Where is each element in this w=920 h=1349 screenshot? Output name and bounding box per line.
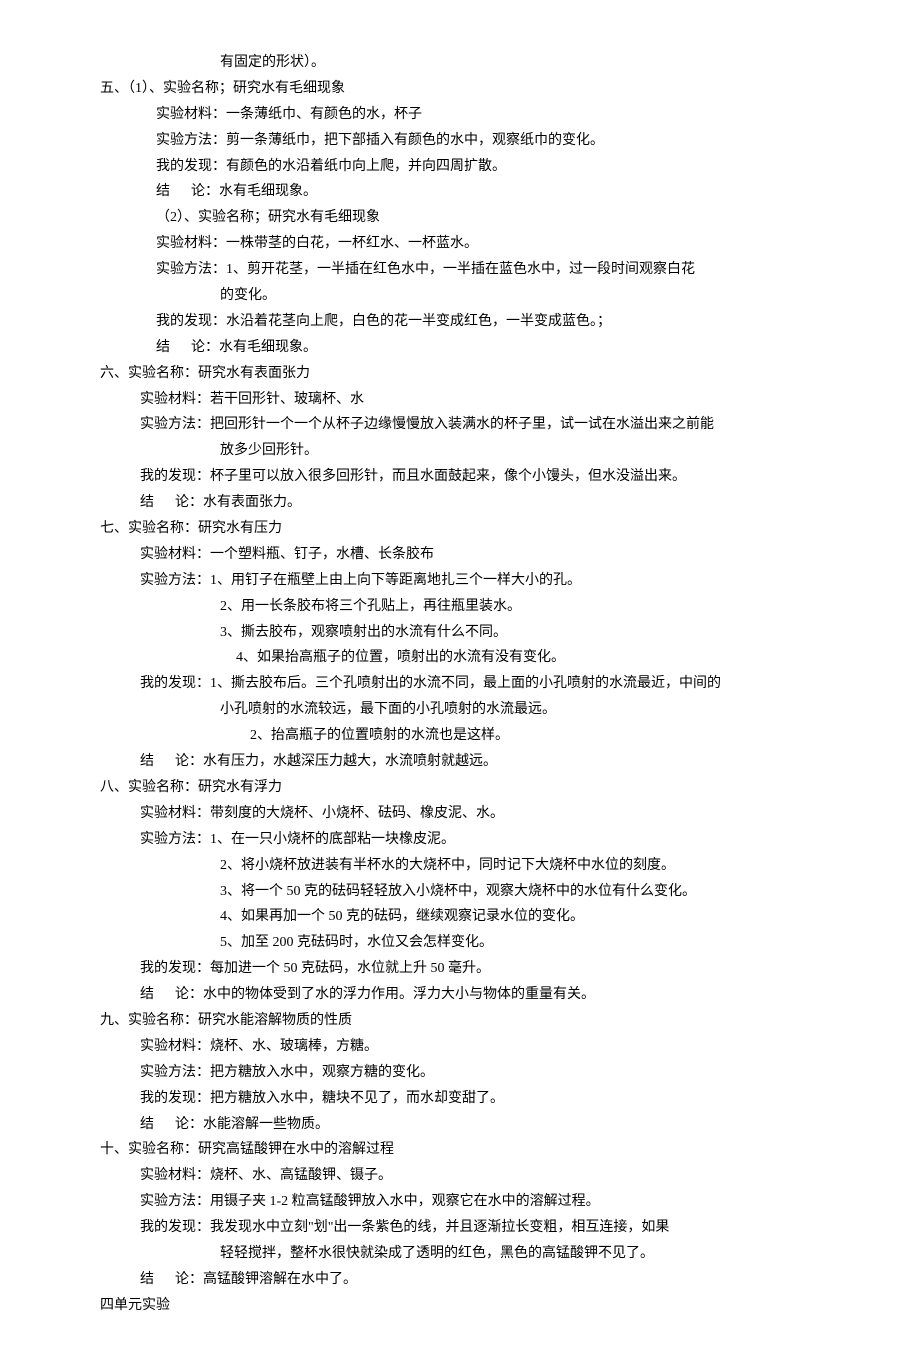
- text-line: 我的发现：杯子里可以放入很多回形针，而且水面鼓起来，像个小馒头，但水没溢出来。: [140, 464, 820, 490]
- text-line: 结 论：水有表面张力。: [140, 490, 820, 516]
- text-line: 3、将一个 50 克的砝码轻轻放入小烧杯中，观察大烧杯中的水位有什么变化。: [220, 879, 820, 905]
- text-line: 实验材料：一个塑料瓶、钉子，水槽、长条胶布: [140, 542, 820, 568]
- text-line: 我的发现：把方糖放入水中，糖块不见了，而水却变甜了。: [140, 1086, 820, 1112]
- text-line: 实验方法：1、剪开花茎，一半插在红色水中，一半插在蓝色水中，过一段时间观察白花: [156, 257, 820, 283]
- text-line: 实验方法：用镊子夹 1-2 粒高锰酸钾放入水中，观察它在水中的溶解过程。: [140, 1189, 820, 1215]
- text-line: 结 论：水能溶解一些物质。: [140, 1112, 820, 1138]
- text-line: 十、实验名称：研究高锰酸钾在水中的溶解过程: [100, 1137, 820, 1163]
- text-line: 实验材料：若干回形针、玻璃杯、水: [140, 387, 820, 413]
- text-line: 轻轻搅拌，整杯水很快就染成了透明的红色，黑色的高锰酸钾不见了。: [220, 1241, 820, 1267]
- text-line: 5、加至 200 克砝码时，水位又会怎样变化。: [220, 930, 820, 956]
- text-line: 实验材料：一条薄纸巾、有颜色的水，杯子: [156, 102, 820, 128]
- text-line: 实验材料：一株带茎的白花，一杯红水、一杯蓝水。: [156, 231, 820, 257]
- text-line: 四单元实验: [100, 1293, 820, 1319]
- text-line: 我的发现：我发现水中立刻"划"出一条紫色的线，并且逐渐拉长变粗，相互连接，如果: [140, 1215, 820, 1241]
- text-line: 实验方法：把回形针一个一个从杯子边缘慢慢放入装满水的杯子里，试一试在水溢出来之前…: [140, 412, 820, 438]
- text-line: 实验方法：1、在一只小烧杯的底部粘一块橡皮泥。: [140, 827, 820, 853]
- text-line: 九、实验名称：研究水能溶解物质的性质: [100, 1008, 820, 1034]
- text-line: 2、抬高瓶子的位置喷射的水流也是这样。: [250, 723, 820, 749]
- text-line: 我的发现：水沿着花茎向上爬，白色的花一半变成红色，一半变成蓝色。；: [156, 309, 820, 335]
- text-line: 实验方法：剪一条薄纸巾，把下部插入有颜色的水中，观察纸巾的变化。: [156, 128, 820, 154]
- text-line: 七、实验名称：研究水有压力: [100, 516, 820, 542]
- text-line: 结 论：水中的物体受到了水的浮力作用。浮力大小与物体的重量有关。: [140, 982, 820, 1008]
- text-line: 4、如果再加一个 50 克的砝码，继续观察记录水位的变化。: [220, 904, 820, 930]
- text-line: 2、用一长条胶布将三个孔贴上，再往瓶里装水。: [220, 594, 820, 620]
- text-line: 我的发现：每加进一个 50 克砝码，水位就上升 50 毫升。: [140, 956, 820, 982]
- text-line: 实验方法：1、用钉子在瓶壁上由上向下等距离地扎三个一样大小的孔。: [140, 568, 820, 594]
- text-line: 的变化。: [220, 283, 820, 309]
- text-line: 实验方法：把方糖放入水中，观察方糖的变化。: [140, 1060, 820, 1086]
- text-line: 实验材料：烧杯、水、玻璃棒，方糖。: [140, 1034, 820, 1060]
- text-line: 结 论：水有毛细现象。: [156, 179, 820, 205]
- text-line: 结 论：水有压力，水越深压力越大，水流喷射就越远。: [140, 749, 820, 775]
- text-line: 放多少回形针。: [220, 438, 820, 464]
- text-line: 实验材料：带刻度的大烧杯、小烧杯、砝码、橡皮泥、水。: [140, 801, 820, 827]
- text-line: 3、撕去胶布，观察喷射出的水流有什么不同。: [220, 620, 820, 646]
- text-line: 五、（1）、实验名称；研究水有毛细现象: [100, 76, 820, 102]
- document-body: 有固定的形状）。五、（1）、实验名称；研究水有毛细现象实验材料：一条薄纸巾、有颜…: [100, 50, 820, 1319]
- text-line: 六、实验名称：研究水有表面张力: [100, 361, 820, 387]
- text-line: 我的发现：1、撕去胶布后。三个孔喷射出的水流不同，最上面的小孔喷射的水流最近，中…: [140, 671, 820, 697]
- text-line: 有固定的形状）。: [220, 50, 820, 76]
- text-line: 八、实验名称：研究水有浮力: [100, 775, 820, 801]
- text-line: 结 论：水有毛细现象。: [156, 335, 820, 361]
- text-line: 小孔喷射的水流较远，最下面的小孔喷射的水流最远。: [220, 697, 820, 723]
- text-line: 4、如果抬高瓶子的位置，喷射出的水流有没有变化。: [236, 645, 820, 671]
- text-line: 结 论：高锰酸钾溶解在水中了。: [140, 1267, 820, 1293]
- text-line: （2）、实验名称；研究水有毛细现象: [156, 205, 820, 231]
- text-line: 实验材料：烧杯、水、高锰酸钾、镊子。: [140, 1163, 820, 1189]
- text-line: 2、将小烧杯放进装有半杯水的大烧杯中，同时记下大烧杯中水位的刻度。: [220, 853, 820, 879]
- text-line: 我的发现：有颜色的水沿着纸巾向上爬，并向四周扩散。: [156, 154, 820, 180]
